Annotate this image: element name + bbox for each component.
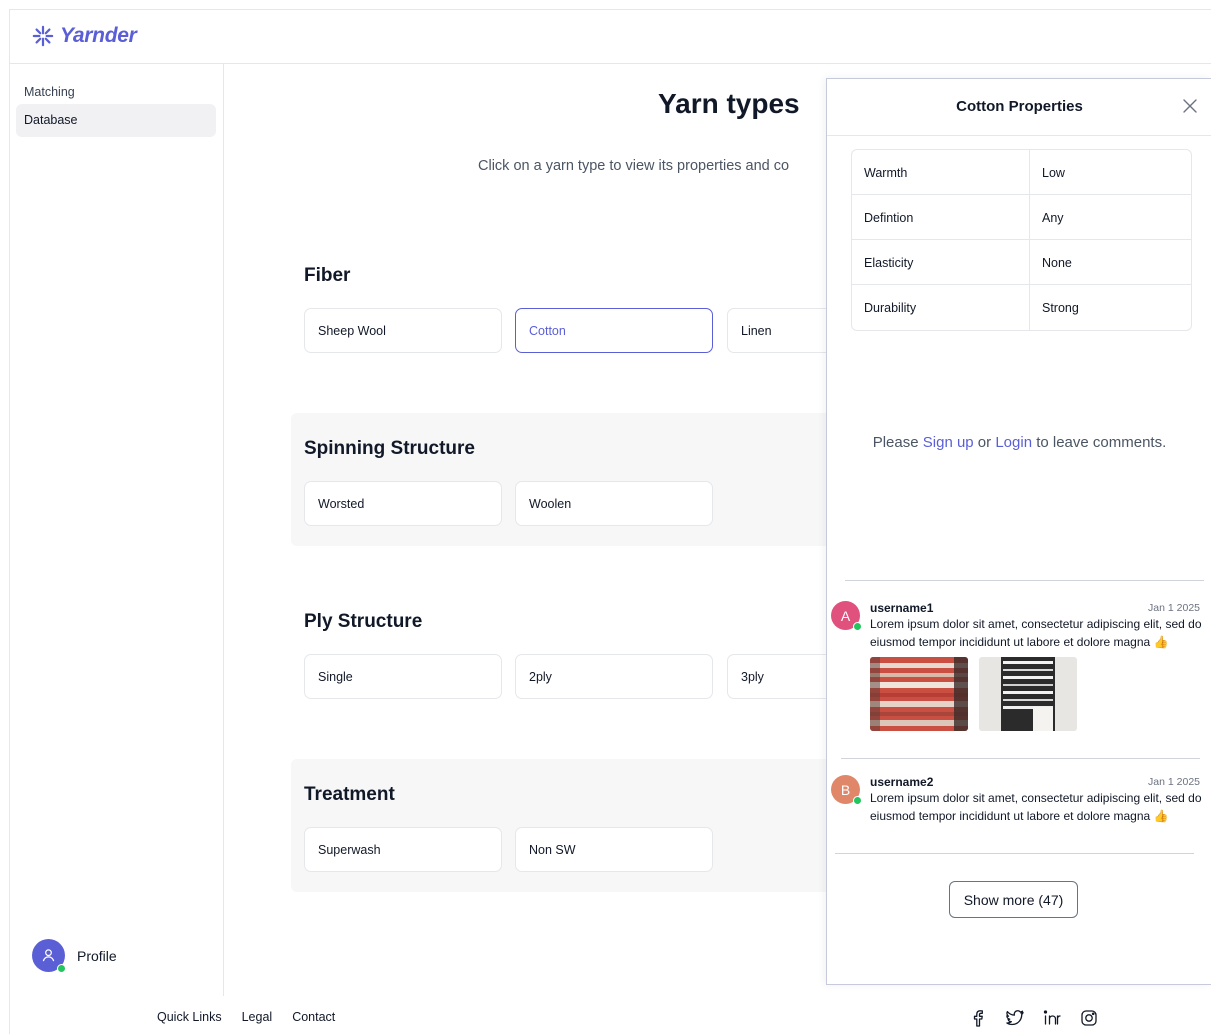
close-icon[interactable] bbox=[1181, 97, 1199, 115]
sidebar-item-database[interactable]: Database bbox=[16, 104, 216, 137]
section-title-ply: Ply Structure bbox=[304, 611, 423, 632]
panel-title: Cotton Properties bbox=[956, 98, 1083, 115]
divider bbox=[845, 580, 1204, 581]
comment-image-sweater[interactable] bbox=[870, 657, 968, 731]
logo[interactable]: Yarnder bbox=[32, 24, 137, 48]
divider bbox=[841, 758, 1200, 759]
knit-photo-icon bbox=[979, 657, 1077, 731]
yarn-card-superwash[interactable]: Superwash bbox=[304, 827, 502, 872]
property-row: Warmth Low bbox=[852, 150, 1191, 195]
instagram-icon[interactable] bbox=[1079, 1008, 1099, 1028]
show-more-button[interactable]: Show more (47) bbox=[949, 881, 1078, 918]
page-subtitle: Click on a yarn type to view its propert… bbox=[478, 158, 790, 174]
avatar-initial: B bbox=[840, 781, 851, 798]
asterisk-logo-icon bbox=[32, 25, 54, 47]
property-value: None bbox=[1042, 256, 1072, 270]
properties-table: Warmth Low Defintion Any Elasticity None… bbox=[851, 149, 1192, 331]
signup-prompt: Please Sign up or Login to leave comment… bbox=[827, 434, 1211, 451]
sidebar-item-label: Matching bbox=[24, 85, 75, 99]
comment-text: Lorem ipsum dolor sit amet, consectetur … bbox=[870, 617, 1202, 649]
comment-image-knit[interactable] bbox=[979, 657, 1077, 731]
yarn-card-woolen[interactable]: Woolen bbox=[515, 481, 713, 526]
property-row: Durability Strong bbox=[852, 285, 1191, 330]
facebook-icon[interactable] bbox=[968, 1008, 988, 1028]
signup-prefix: Please bbox=[872, 434, 923, 451]
yarn-card-non-sw[interactable]: Non SW bbox=[515, 827, 713, 872]
yarn-card-2ply[interactable]: 2ply bbox=[515, 654, 713, 699]
comment-date: Jan 1 2025 bbox=[1148, 776, 1200, 788]
sidebar: Matching Database Profile bbox=[10, 64, 224, 996]
property-row: Elasticity None bbox=[852, 240, 1191, 285]
comment-username[interactable]: username2 bbox=[870, 775, 933, 789]
avatar bbox=[32, 939, 66, 973]
section-title-spinning: Spinning Structure bbox=[304, 438, 475, 459]
signup-link[interactable]: Sign up bbox=[923, 434, 974, 451]
property-key: Elasticity bbox=[852, 240, 1030, 284]
social-links bbox=[968, 1008, 1099, 1028]
panel-header: Cotton Properties bbox=[827, 79, 1211, 136]
online-status-dot bbox=[853, 622, 862, 631]
property-value: Low bbox=[1042, 166, 1065, 180]
section-spinning-structure bbox=[291, 413, 851, 546]
footer-links: Quick Links Legal Contact bbox=[157, 1010, 335, 1024]
property-key: Defintion bbox=[852, 195, 1030, 239]
online-status-dot bbox=[853, 796, 862, 805]
comment-date: Jan 1 2025 bbox=[1148, 602, 1200, 614]
footer-link-contact[interactable]: Contact bbox=[292, 1010, 335, 1024]
login-link[interactable]: Login bbox=[995, 434, 1032, 451]
top-header: Yarnder bbox=[10, 10, 1211, 64]
linkedin-icon[interactable] bbox=[1042, 1008, 1062, 1028]
yarn-card-single[interactable]: Single bbox=[304, 654, 502, 699]
avatar[interactable]: A bbox=[831, 601, 862, 631]
online-status-dot bbox=[57, 964, 66, 973]
avatar[interactable]: B bbox=[831, 775, 862, 805]
yarn-card-cotton[interactable]: Cotton bbox=[515, 308, 713, 353]
property-row: Defintion Any bbox=[852, 195, 1191, 240]
properties-panel: Cotton Properties Warmth Low Defintion A… bbox=[826, 78, 1211, 985]
yarn-card-worsted[interactable]: Worsted bbox=[304, 481, 502, 526]
property-value: Strong bbox=[1042, 301, 1079, 315]
profile-link[interactable]: Profile bbox=[32, 939, 117, 973]
section-treatment bbox=[291, 759, 851, 892]
property-key: Warmth bbox=[852, 150, 1030, 194]
yarn-card-sheep-wool[interactable]: Sheep Wool bbox=[304, 308, 502, 353]
comment-text: Lorem ipsum dolor sit amet, consectetur … bbox=[870, 791, 1202, 823]
app-name: Yarnder bbox=[60, 24, 137, 47]
twitter-icon[interactable] bbox=[1005, 1008, 1025, 1028]
page-title: Yarn types bbox=[658, 88, 800, 119]
sweater-photo-icon bbox=[870, 657, 968, 731]
signup-or: or bbox=[973, 434, 996, 451]
sidebar-item-label: Database bbox=[24, 113, 78, 127]
footer-link-quick-links[interactable]: Quick Links bbox=[157, 1010, 222, 1024]
section-title-fiber: Fiber bbox=[304, 265, 351, 286]
avatar-initial: A bbox=[840, 607, 851, 624]
property-value: Any bbox=[1042, 211, 1064, 225]
divider bbox=[835, 853, 1194, 854]
comment-username[interactable]: username1 bbox=[870, 601, 933, 615]
property-key: Durability bbox=[852, 285, 1030, 330]
footer-link-legal[interactable]: Legal bbox=[242, 1010, 273, 1024]
section-title-treatment: Treatment bbox=[304, 784, 395, 805]
signup-suffix: to leave comments. bbox=[1032, 434, 1167, 451]
user-icon bbox=[42, 949, 55, 962]
profile-label: Profile bbox=[77, 947, 117, 964]
